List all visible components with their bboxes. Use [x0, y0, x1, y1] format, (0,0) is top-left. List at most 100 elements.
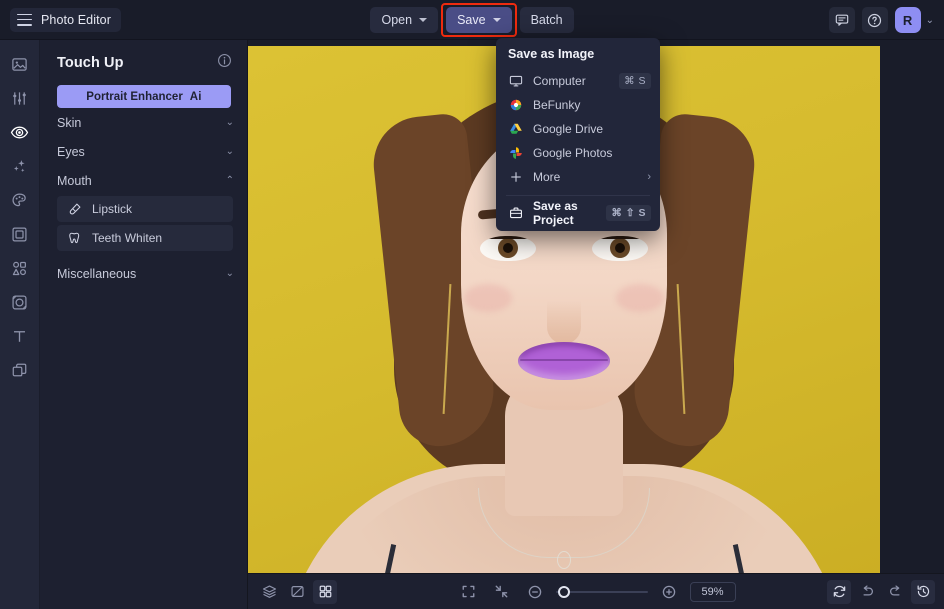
compare-button[interactable] [285, 580, 309, 604]
section-miscellaneous[interactable]: Miscellaneous ⌄ [57, 259, 234, 288]
history-icon [916, 584, 931, 599]
tool-rail [0, 40, 40, 609]
rail-item-touch-up[interactable] [5, 120, 35, 144]
section-skin-label: Skin [57, 116, 81, 130]
header-center-actions: Open Save Batch [0, 0, 944, 40]
menu-item-computer-label: Computer [533, 74, 609, 88]
zoom-in-button[interactable] [657, 580, 681, 604]
pupil-left [503, 243, 513, 253]
open-button[interactable]: Open [370, 7, 438, 33]
lash-left [480, 236, 536, 239]
section-eyes[interactable]: Eyes ⌄ [57, 137, 234, 166]
save-menu-heading: Save as Image [496, 45, 660, 69]
undo-icon [860, 584, 875, 599]
section-skin[interactable]: Skin ⌄ [57, 108, 234, 137]
subitem-lipstick[interactable]: Lipstick [57, 196, 233, 222]
app-header: Photo Editor Open Save Batch [0, 0, 944, 40]
menu-item-more[interactable]: More › [496, 165, 660, 189]
menu-item-google-photos[interactable]: Google Photos [496, 141, 660, 165]
panel-title: Touch Up [57, 55, 124, 71]
rail-item-frames[interactable] [5, 222, 35, 246]
rail-item-text[interactable] [5, 324, 35, 348]
compare-icon [290, 584, 305, 599]
shrink-button[interactable] [490, 580, 514, 604]
befunky-logo-icon [508, 98, 523, 113]
texture-icon [11, 294, 28, 311]
subitem-teeth-whiten[interactable]: Teeth Whiten [57, 225, 233, 251]
tooth-icon [68, 231, 82, 245]
chevron-down-icon [493, 18, 501, 22]
text-icon [11, 328, 28, 345]
zoom-in-icon [661, 584, 677, 600]
save-button-wrapper: Save [446, 7, 512, 33]
batch-button-label: Batch [531, 13, 563, 27]
nose [547, 286, 581, 344]
rail-item-artsy[interactable] [5, 188, 35, 212]
ai-badge: Ai [190, 91, 202, 103]
google-photos-icon [508, 146, 523, 161]
redo-button[interactable] [883, 580, 907, 604]
account-chevron-down-icon[interactable]: ⌄ [926, 15, 934, 26]
section-mouth[interactable]: Mouth ⌃ [57, 166, 234, 195]
lash-right [592, 236, 648, 239]
shrink-icon [494, 584, 509, 599]
blush-right [616, 284, 664, 312]
lips [518, 342, 610, 380]
lipstick-icon [68, 202, 82, 216]
rail-item-textures[interactable] [5, 290, 35, 314]
zoom-slider-handle[interactable] [558, 586, 570, 598]
save-button[interactable]: Save [446, 7, 512, 33]
rail-item-adjust[interactable] [5, 86, 35, 110]
rail-item-graphics[interactable] [5, 256, 35, 280]
subitem-lipstick-label: Lipstick [92, 202, 132, 216]
zoom-slider-track[interactable] [556, 591, 648, 593]
section-mouth-label: Mouth [57, 174, 92, 188]
briefcase-icon [508, 206, 523, 221]
layers-stack-button[interactable] [257, 580, 281, 604]
menu-item-save-as-project[interactable]: Save as Project ⌘ ⇧ S [496, 201, 660, 225]
history-button[interactable] [911, 580, 935, 604]
info-button[interactable] [217, 53, 232, 73]
open-button-label: Open [381, 13, 412, 27]
menu-item-computer[interactable]: Computer ⌘ S [496, 69, 660, 93]
iris-right [610, 238, 630, 258]
zoom-out-button[interactable] [523, 580, 547, 604]
menu-item-computer-shortcut: ⌘ S [619, 73, 651, 89]
eye-left [480, 236, 536, 261]
feedback-button[interactable] [829, 7, 855, 33]
batch-button[interactable]: Batch [520, 7, 574, 33]
portrait-enhancer-button[interactable]: Portrait Enhancer Ai [57, 85, 231, 108]
zoom-slider[interactable] [556, 591, 648, 593]
undo-button[interactable] [855, 580, 879, 604]
portrait-enhancer-label: Portrait Enhancer [86, 91, 183, 103]
sliders-icon [11, 90, 28, 107]
chat-bubble-icon [835, 13, 849, 27]
avatar[interactable]: R [895, 7, 921, 33]
help-button[interactable] [862, 7, 888, 33]
app-menu-button[interactable]: Photo Editor [10, 8, 121, 32]
fit-screen-icon [461, 584, 476, 599]
subitem-teeth-whiten-label: Teeth Whiten [92, 231, 162, 245]
menu-item-befunky-label: BeFunky [533, 98, 651, 112]
pupil-right [615, 243, 625, 253]
reset-button[interactable] [827, 580, 851, 604]
rail-item-effects[interactable] [5, 154, 35, 178]
reset-icon [832, 584, 847, 599]
shapes-icon [11, 260, 28, 277]
menu-item-more-label: More [533, 170, 637, 184]
rail-item-edit-image[interactable] [5, 52, 35, 76]
grid-button[interactable] [313, 580, 337, 604]
frame-icon [11, 226, 28, 243]
blush-left [464, 284, 512, 312]
iris-left [498, 238, 518, 258]
zoom-level-display[interactable]: 59% [690, 582, 736, 602]
necklace-pendant [557, 551, 571, 569]
info-circle-icon [217, 53, 232, 68]
menu-item-google-drive[interactable]: Google Drive [496, 117, 660, 141]
bottom-toolbar: 59% [248, 573, 944, 609]
bottom-left-tools [257, 580, 337, 604]
menu-item-befunky[interactable]: BeFunky [496, 93, 660, 117]
fit-screen-button[interactable] [457, 580, 481, 604]
rail-item-layers[interactable] [5, 358, 35, 382]
layers-icon [11, 362, 28, 379]
